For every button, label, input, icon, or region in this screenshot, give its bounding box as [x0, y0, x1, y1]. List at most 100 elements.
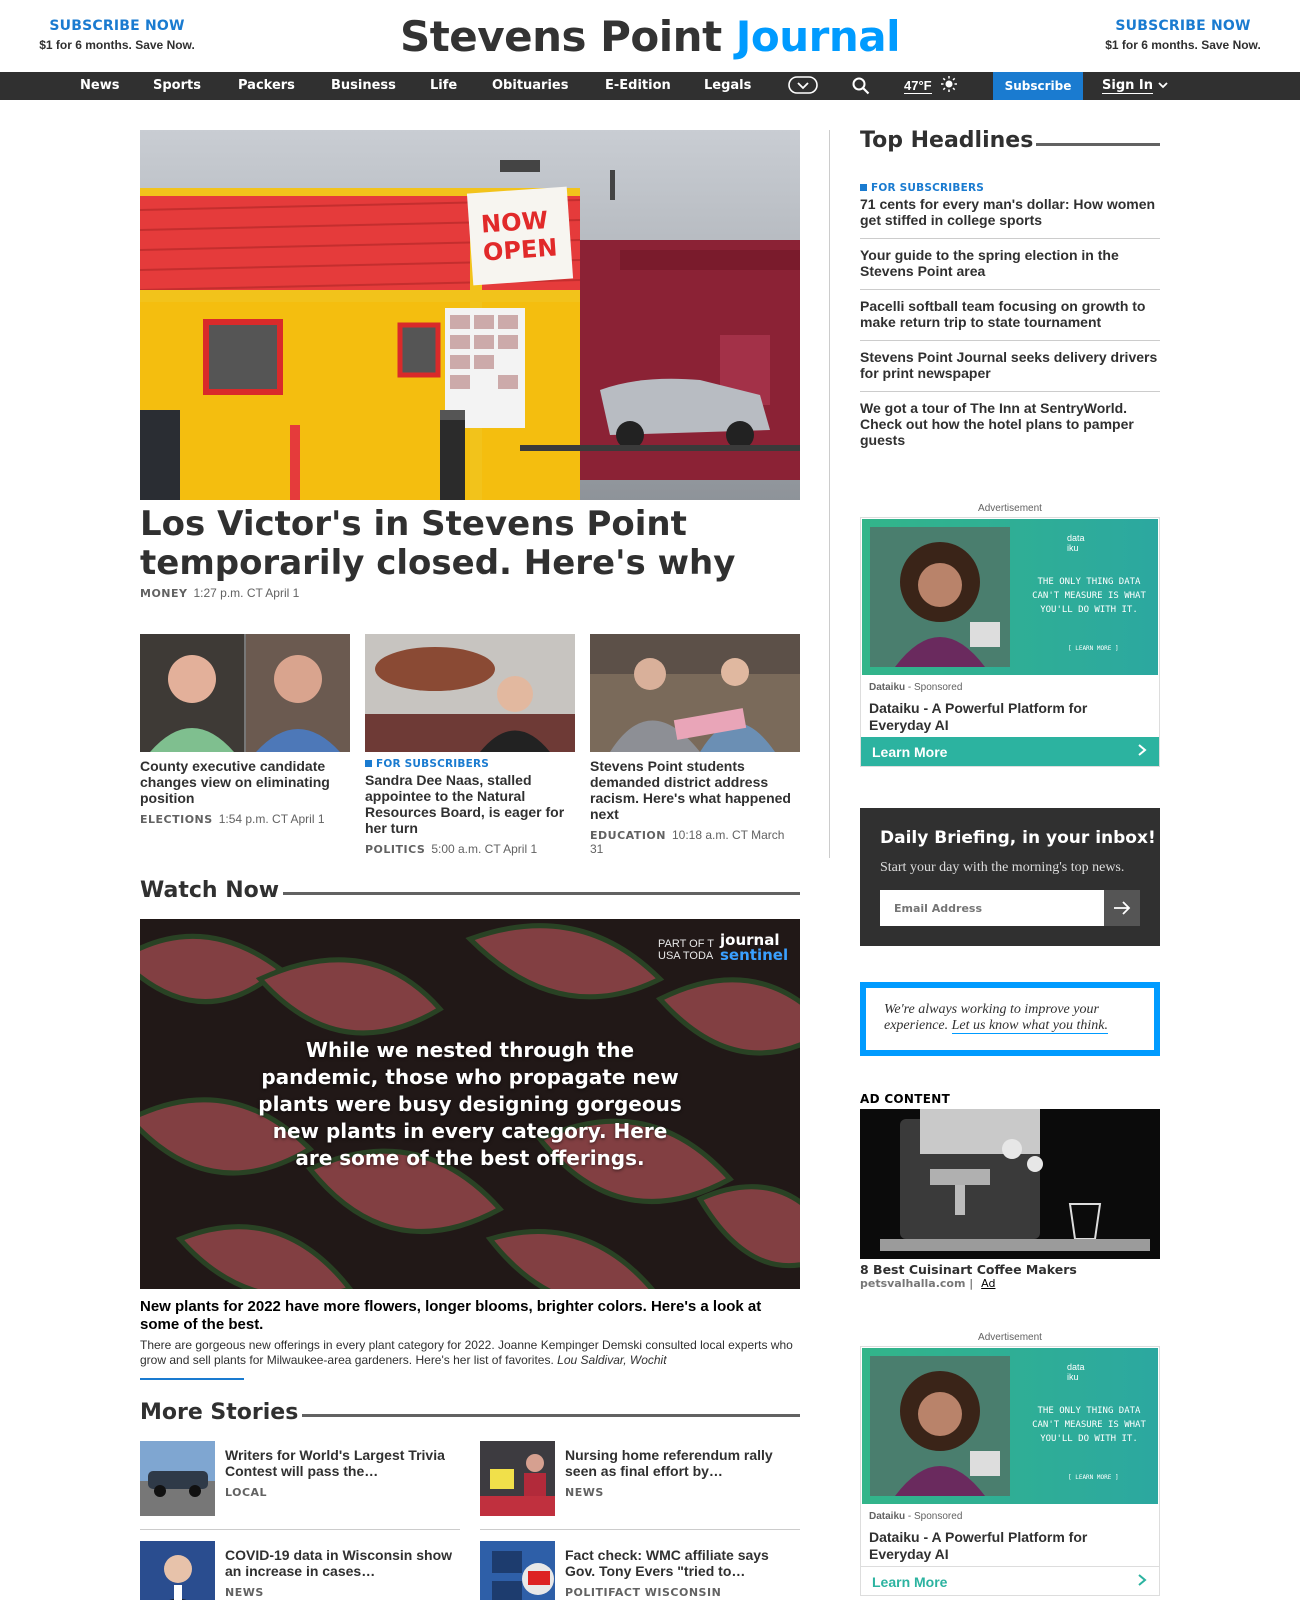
feedback-box: We're always working to improve your exp… [860, 982, 1160, 1056]
sponsored-ad[interactable]: data iku THE ONLY THING DATA CAN'T MEASUR… [860, 517, 1160, 767]
hero-image[interactable]: NOW OPEN [140, 130, 800, 500]
video-player[interactable]: PART OF T USA TODA journal sentinel While … [140, 919, 800, 1289]
more-story-label[interactable]: NEWS [225, 1586, 264, 1599]
story-image[interactable] [365, 634, 575, 752]
ad-title[interactable]: Dataiku - A Powerful Platform for Everyd… [869, 700, 1149, 734]
weather-temperature[interactable]: 47°F [904, 78, 932, 94]
ad-more-text: [ LEARN MORE ] [1068, 1474, 1119, 1481]
headline-text[interactable]: Your guide to the spring election in the… [860, 247, 1160, 279]
nav-item-legals[interactable]: Legals [704, 78, 751, 93]
ad-brand-logo: data iku [1067, 533, 1085, 553]
story-card[interactable]: FOR SUBSCRIBERS Sandra Dee Naas, stalled… [365, 634, 575, 856]
newsletter-signup: Daily Briefing, in your inbox! Start you… [860, 808, 1160, 946]
video-overlay-text: While we nested through the pandemic, th… [140, 1037, 800, 1172]
section-rule [1036, 143, 1160, 146]
hero-section-label[interactable]: MONEY [140, 587, 187, 600]
learn-more-label[interactable]: Learn More [872, 744, 947, 760]
learn-more-label[interactable]: Learn More [872, 1574, 947, 1590]
brand-right-line2: sentinel [720, 946, 789, 964]
more-story-headline[interactable]: COVID-19 data in Wisconsin show an incre… [225, 1547, 455, 1579]
ad-creative[interactable]: data iku THE ONLY THING DATA CAN'T MEASUR… [862, 1348, 1158, 1504]
chevron-circle-icon[interactable] [788, 76, 818, 99]
logo-text-1[interactable]: Stevens Point [400, 12, 736, 61]
story-card[interactable]: Stevens Point students demanded district… [590, 634, 800, 856]
headline-text[interactable]: Stevens Point Journal seeks delivery dri… [860, 349, 1160, 381]
headline-item[interactable]: FOR SUBSCRIBERS 71 cents for every man's… [860, 174, 1160, 239]
subscribe-promo-subtitle[interactable]: $1 for 6 months. Save Now. [1083, 38, 1283, 52]
learn-more-button[interactable]: Learn More [861, 1566, 1159, 1595]
more-story-headline[interactable]: Nursing home referendum rally seen as fi… [565, 1447, 795, 1479]
subscribe-promo-right[interactable]: SUBSCRIBE NOW $1 for 6 months. Save Now. [1083, 18, 1283, 52]
subscribe-promo-title[interactable]: SUBSCRIBE NOW [1083, 18, 1283, 34]
nav-item-news[interactable]: News [80, 78, 119, 93]
ad-message: THE ONLY THING DATA CAN'T MEASURE IS WHA… [1032, 577, 1146, 615]
headline-item[interactable]: Stevens Point Journal seeks delivery dri… [860, 341, 1160, 392]
section-rule [302, 1414, 800, 1417]
learn-more-button[interactable]: Learn More [861, 737, 1159, 766]
more-story-label[interactable]: POLITIFACT WISCONSIN [565, 1586, 721, 1599]
story-headline[interactable]: Sandra Dee Naas, stalled appointee to th… [365, 772, 575, 836]
headline-item[interactable]: Your guide to the spring election in the… [860, 239, 1160, 290]
nav-item-sports[interactable]: Sports [153, 78, 201, 93]
email-field[interactable] [880, 890, 1104, 926]
headline-text[interactable]: We got a tour of The Inn at SentryWorld.… [860, 400, 1160, 448]
story-card[interactable]: County executive candidate changes view … [140, 634, 350, 826]
headline-text[interactable]: 71 cents for every man's dollar: How wom… [860, 196, 1160, 228]
nav-item-life[interactable]: Life [430, 78, 457, 93]
sign-in-button[interactable]: Sign In [1102, 78, 1168, 94]
top-headlines-title: Top Headlines [860, 128, 1034, 153]
more-story-headline[interactable]: Writers for World's Largest Trivia Conte… [225, 1447, 455, 1479]
hero-headline[interactable]: Los Victor's in Stevens Point temporaril… [140, 505, 800, 583]
search-icon[interactable] [852, 77, 870, 100]
more-story-item[interactable]: COVID-19 data in Wisconsin show an incre… [140, 1541, 460, 1600]
nav-item-e-edition[interactable]: E-Edition [605, 78, 671, 93]
column-divider [829, 130, 830, 858]
more-story-thumb[interactable] [140, 1441, 215, 1516]
subscriber-flag: FOR SUBSCRIBERS [365, 758, 575, 770]
nav-item-business[interactable]: Business [331, 78, 396, 93]
ad-content-domain[interactable]: petsvalhalla.com [860, 1277, 965, 1290]
video-title[interactable]: New plants for 2022 have more flowers, l… [140, 1298, 800, 1334]
more-story-item[interactable]: Writers for World's Largest Trivia Conte… [140, 1441, 460, 1530]
ad-content-source: petsvalhalla.com | Ad [860, 1277, 996, 1290]
subscribe-button[interactable]: Subscribe [993, 72, 1083, 100]
nav-item-packers[interactable]: Packers [238, 78, 295, 93]
more-story-thumb[interactable] [140, 1541, 215, 1600]
more-story-label[interactable]: LOCAL [225, 1486, 267, 1499]
sun-icon[interactable] [940, 75, 958, 98]
nav-item-obituaries[interactable]: Obituaries [492, 78, 568, 93]
headline-text[interactable]: Pacelli softball team focusing on growth… [860, 298, 1160, 330]
video-description-text: There are gorgeous new offerings in ever… [140, 1338, 793, 1367]
feedback-link[interactable]: Let us know what you think. [951, 1018, 1108, 1034]
more-story-item[interactable]: Fact check: WMC affiliate says Gov. Tony… [480, 1541, 800, 1600]
ad-creative[interactable]: data iku THE ONLY THING DATA CAN'T MEASUR… [862, 519, 1158, 675]
ad-choice-link[interactable]: Ad [981, 1277, 995, 1290]
ad-content-title[interactable]: 8 Best Cuisinart Coffee Makers [860, 1262, 1077, 1277]
more-stories-heading: More Stories [140, 1400, 800, 1425]
more-story-thumb[interactable] [480, 1541, 555, 1600]
story-section-label[interactable]: EDUCATION [590, 829, 666, 842]
video-underline [140, 1378, 244, 1380]
ad-content-image[interactable] [860, 1109, 1160, 1259]
story-image[interactable] [590, 634, 800, 752]
ad-title[interactable]: Dataiku - A Powerful Platform for Everyd… [869, 1529, 1149, 1563]
more-story-headline[interactable]: Fact check: WMC affiliate says Gov. Tony… [565, 1547, 795, 1579]
section-rule [283, 892, 800, 895]
headline-item[interactable]: We got a tour of The Inn at SentryWorld.… [860, 392, 1160, 458]
sign-in-label[interactable]: Sign In [1102, 78, 1153, 94]
more-story-label[interactable]: NEWS [565, 1486, 604, 1499]
story-headline[interactable]: County executive candidate changes view … [140, 758, 350, 806]
story-section-label[interactable]: ELECTIONS [140, 813, 213, 826]
chevron-down-icon[interactable] [1157, 78, 1168, 93]
story-image[interactable] [140, 634, 350, 752]
submit-arrow-icon[interactable] [1104, 890, 1140, 926]
headline-item[interactable]: Pacelli softball team focusing on growth… [860, 290, 1160, 341]
story-section-label[interactable]: POLITICS [365, 843, 425, 856]
more-story-item[interactable]: Nursing home referendum rally seen as fi… [480, 1441, 800, 1530]
logo-text-2[interactable]: Journal [736, 12, 901, 61]
ad-more-text: [ LEARN MORE ] [1068, 645, 1119, 652]
sponsored-ad[interactable]: data iku THE ONLY THING DATA CAN'T MEASUR… [860, 1346, 1160, 1596]
newsletter-title: Daily Briefing, in your inbox! [880, 828, 1156, 848]
story-headline[interactable]: Stevens Point students demanded district… [590, 758, 800, 822]
more-story-thumb[interactable] [480, 1441, 555, 1516]
